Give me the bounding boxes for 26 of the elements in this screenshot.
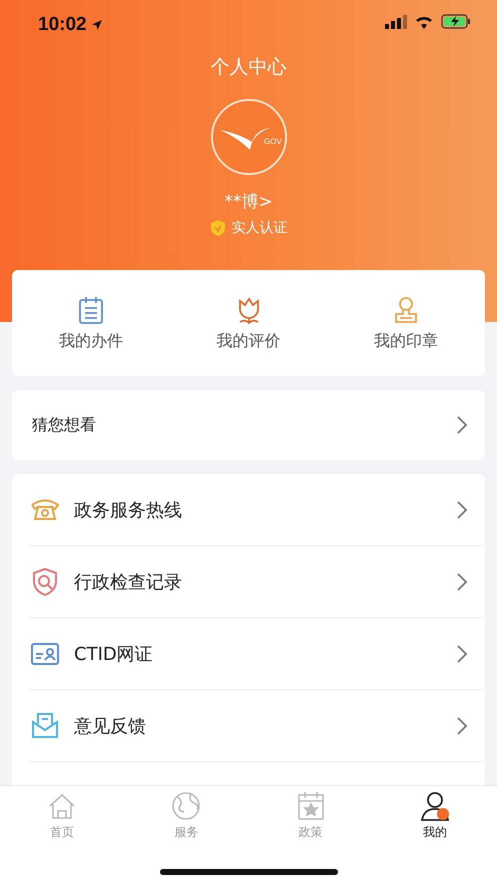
menu-item[interactable]: CTID网证 xyxy=(30,618,485,690)
location-arrow-icon xyxy=(90,19,103,31)
chevron-icon xyxy=(457,416,467,434)
quick-action[interactable]: 我的办件 xyxy=(12,270,170,376)
battery-charging-icon xyxy=(441,14,471,29)
chevron-icon xyxy=(457,572,467,590)
menu-item[interactable]: 意见反馈 xyxy=(30,690,485,762)
menu-item[interactable]: 行政检查记录 xyxy=(30,546,485,618)
menu-item[interactable]: 政务服务热线 xyxy=(30,474,485,546)
quick-action[interactable]: 我的印章 xyxy=(327,270,486,376)
chevron-icon xyxy=(457,716,467,734)
globe-icon xyxy=(170,790,202,822)
verification-label: 实人认证 xyxy=(232,219,288,237)
tab[interactable]: 我的 xyxy=(372,786,497,842)
quick-action[interactable]: 我的评价 xyxy=(170,270,328,376)
envelope-icon xyxy=(30,710,60,740)
verified-shield-icon xyxy=(210,219,226,237)
chevron-icon xyxy=(457,644,467,662)
person-icon xyxy=(418,790,451,822)
wifi-icon xyxy=(415,14,433,28)
guess-row[interactable]: 猜您想看 xyxy=(12,390,485,460)
signal-icon xyxy=(385,14,407,28)
status-time: 10:02 xyxy=(38,14,87,36)
chevron-icon xyxy=(457,500,467,518)
page-title: 个人中心 xyxy=(210,55,286,80)
shield-search-icon xyxy=(30,566,60,596)
